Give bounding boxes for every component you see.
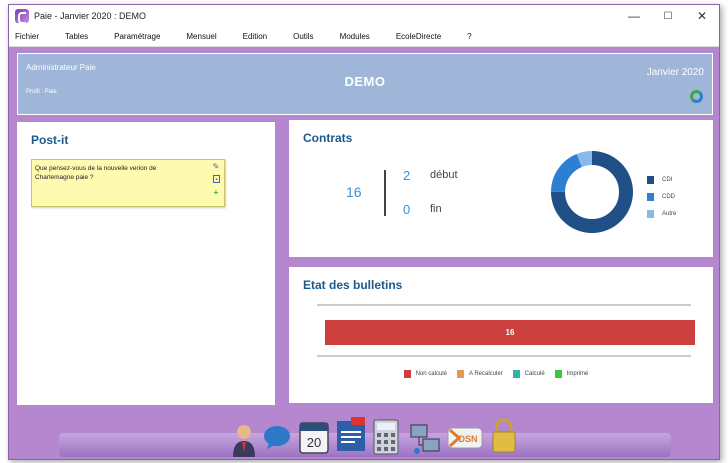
app-logo-icon — [15, 9, 29, 24]
calendar-icon[interactable]: 20 — [299, 422, 329, 454]
legend-non-calcule: Non calculé — [403, 370, 447, 378]
fin-value: 0 — [403, 202, 411, 217]
refresh-icon[interactable] — [690, 90, 703, 103]
legend-swatch — [512, 370, 520, 378]
lock-icon[interactable] — [491, 417, 517, 453]
legend-cdd: CDD — [647, 193, 675, 201]
legend-autre: Autre — [647, 210, 676, 218]
legend-label: Calculé — [524, 371, 545, 377]
legend-swatch — [647, 193, 654, 201]
bulletins-legend: Non calculé A Recalculer Calculé Imprimé — [289, 370, 713, 378]
legend-calcule: Calculé — [512, 370, 545, 378]
etat-panel: Etat des bulletins 16 Non calculé A Reca… — [289, 267, 713, 403]
postit-panel: Post-it Que pensez-vous de la nouvelle v… — [17, 122, 275, 405]
fin-label: fin — [430, 203, 442, 215]
header-banner: Administrateur Paie Profil : Paie DEMO J… — [17, 53, 713, 115]
debut-value: 2 — [403, 168, 411, 183]
contrats-title: Contrats — [303, 131, 353, 145]
contrats-panel: Contrats 16 2 début 0 fin CDI CDD Autre — [289, 120, 713, 257]
legend-a-recalculer: A Recalculer — [456, 370, 503, 378]
divider — [317, 304, 691, 306]
edit-icon[interactable]: ✎ — [212, 163, 220, 171]
chat-bubble-icon[interactable] — [263, 425, 291, 449]
calculator-icon[interactable] — [373, 419, 399, 455]
legend-swatch — [403, 370, 411, 378]
period-label: Janvier 2020 — [646, 67, 704, 78]
contrats-donut-chart — [551, 151, 633, 233]
legend-swatch — [647, 210, 654, 218]
menu-parametrage[interactable]: Paramétrage — [112, 30, 162, 43]
menu-edition[interactable]: Edition — [241, 30, 269, 43]
legend-cdi: CDI — [647, 176, 672, 184]
app-window: Paie - Janvier 2020 : DEMO — ☐ ✕ Fichier… — [8, 4, 720, 460]
legend-label: Imprimé — [566, 371, 589, 377]
legend-label: Autre — [662, 211, 677, 217]
postit-note[interactable]: Que pensez-vous de la nouvelle verion de… — [31, 159, 225, 207]
network-icon[interactable] — [409, 421, 441, 455]
menu-ecoledirecte[interactable]: EcoleDirecte — [394, 30, 443, 43]
contrats-total: 16 — [346, 184, 362, 200]
maximize-button[interactable]: ☐ — [651, 5, 685, 27]
menu-tables[interactable]: Tables — [63, 30, 90, 43]
notice-icon[interactable] — [335, 417, 367, 453]
debut-label: début — [430, 169, 458, 181]
menu-mensuel[interactable]: Mensuel — [184, 30, 218, 43]
menu-outils[interactable]: Outils — [291, 30, 315, 43]
user-icon[interactable] — [231, 423, 257, 457]
legend-label: CDD — [662, 194, 675, 200]
menu-modules[interactable]: Modules — [338, 30, 372, 43]
legend-label: Non calculé — [415, 371, 447, 377]
non-calcule-bar[interactable]: 16 — [325, 320, 695, 345]
menu-fichier[interactable]: Fichier — [13, 30, 41, 43]
window-title: Paie - Janvier 2020 : DEMO — [34, 11, 147, 21]
stat-divider — [384, 170, 386, 216]
divider — [317, 355, 691, 357]
dock-bar: 20 DSN — [9, 405, 719, 459]
legend-swatch — [554, 370, 562, 378]
legend-label: A Recalculer — [468, 371, 503, 377]
title-bar: Paie - Janvier 2020 : DEMO — ☐ ✕ — [9, 5, 719, 27]
close-button[interactable]: ✕ — [685, 5, 719, 27]
dsn-icon[interactable]: DSN — [447, 425, 483, 451]
user-name: Administrateur Paie — [26, 63, 96, 72]
menu-bar: Fichier Tables Paramétrage Mensuel Editi… — [9, 27, 719, 47]
dsn-text: DSN — [458, 434, 477, 444]
delete-icon[interactable]: ▪ — [213, 175, 220, 183]
postit-title: Post-it — [31, 133, 69, 147]
legend-imprime: Imprimé — [554, 370, 589, 378]
minimize-button[interactable]: — — [617, 5, 651, 27]
legend-label: CDI — [662, 177, 673, 183]
user-profile: Profil : Paie — [26, 89, 57, 95]
company-name: DEMO — [344, 74, 386, 89]
add-icon[interactable]: + — [212, 189, 220, 197]
postit-note-text: Que pensez-vous de la nouvelle verion de… — [35, 165, 157, 181]
menu-help[interactable]: ? — [465, 30, 473, 43]
etat-title: Etat des bulletins — [303, 278, 403, 292]
legend-swatch — [456, 370, 464, 378]
calendar-day-text: 20 — [307, 435, 321, 450]
legend-swatch — [647, 176, 654, 184]
